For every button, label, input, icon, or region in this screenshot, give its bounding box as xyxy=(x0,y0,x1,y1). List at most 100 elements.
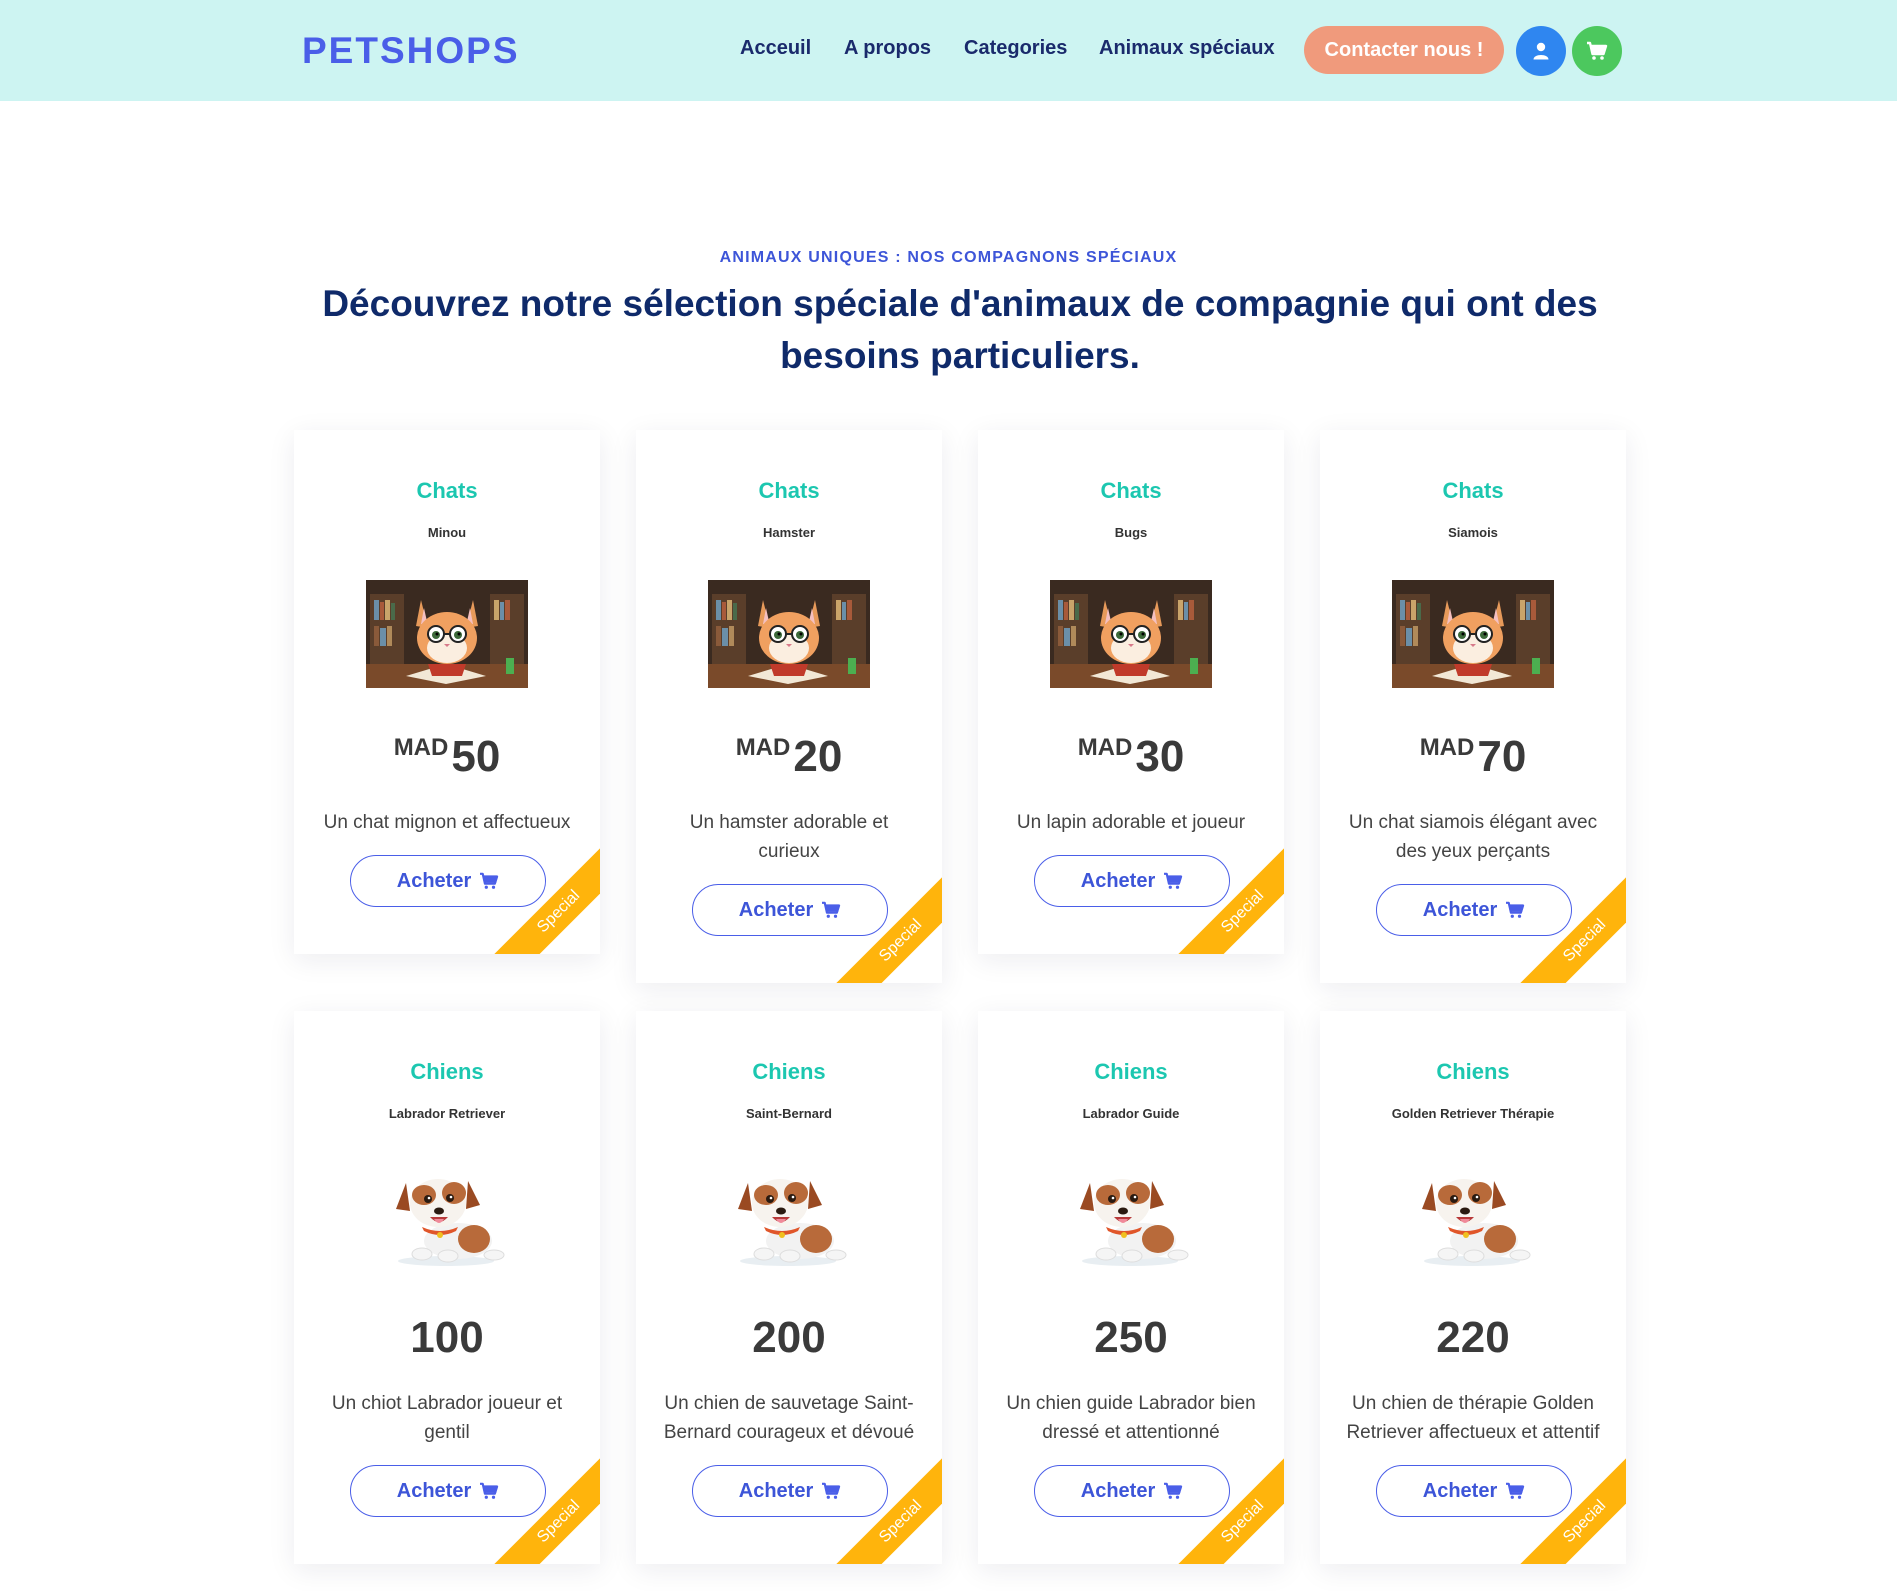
card-image xyxy=(1392,580,1554,688)
price-currency: MAD xyxy=(735,734,791,761)
price-currency: MAD xyxy=(1419,734,1475,761)
buy-button[interactable]: Acheter xyxy=(1376,1465,1572,1517)
buy-button[interactable]: Acheter xyxy=(692,1465,888,1517)
product-card: Chiens Labrador Guide 250 Un chien guide… xyxy=(978,1011,1284,1564)
card-category: Chiens xyxy=(1094,1059,1168,1084)
card-pet-name: Labrador Guide xyxy=(1082,1106,1180,1121)
buy-label: Acheter xyxy=(738,898,814,921)
card-category: Chats xyxy=(1100,478,1162,503)
buy-button[interactable]: Acheter xyxy=(1034,855,1230,907)
card-description: Un chat mignon et affectueux xyxy=(323,812,571,833)
product-card: Chats Hamster MAD20 Un hamster adorable … xyxy=(636,430,942,983)
buy-label: Acheter xyxy=(1080,869,1156,892)
price-amount: 50 xyxy=(451,732,501,781)
card-image xyxy=(708,580,870,688)
buy-label: Acheter xyxy=(1422,1479,1498,1502)
card-price: MAD30 xyxy=(978,732,1284,782)
card-description: Un chiot Labrador joueur et gentil xyxy=(331,1393,563,1443)
product-card: Chiens Golden Retriever Thérapie 220 Un … xyxy=(1320,1011,1626,1564)
cart-icon xyxy=(1506,1482,1525,1499)
nav-link-categories[interactable]: Categories xyxy=(964,37,1067,60)
buy-button[interactable]: Acheter xyxy=(692,884,888,936)
nav-link-a-propos[interactable]: A propos xyxy=(844,37,931,60)
card-price: 100 xyxy=(294,1313,600,1363)
price-amount: 220 xyxy=(1436,1313,1510,1362)
card-description: Un chat siamois élégant avec des yeux pe… xyxy=(1348,812,1598,862)
cat-image xyxy=(1050,580,1212,688)
card-description: Un hamster adorable et curieux xyxy=(689,812,889,862)
section-subtitle: ANIMAUX UNIQUES : NOS COMPAGNONS SPÉCIAU… xyxy=(719,249,1178,266)
card-pet-name: Golden Retriever Thérapie xyxy=(1391,1106,1555,1121)
card-category: Chats xyxy=(416,478,478,503)
card-description: Un lapin adorable et joueur xyxy=(1016,812,1246,833)
buy-button[interactable]: Acheter xyxy=(350,1465,546,1517)
price-amount: 20 xyxy=(793,732,843,781)
card-pet-name: Saint-Bernard xyxy=(746,1106,832,1121)
cart-icon xyxy=(1506,901,1525,918)
brand-logo[interactable]: PETSHOPS xyxy=(302,30,520,72)
product-card: Chats Bugs MAD30 Un lapin adorable et jo… xyxy=(978,430,1284,954)
product-card: Chats Siamois MAD70 Un chat siamois élég… xyxy=(1320,430,1626,983)
contact-button[interactable]: Contacter nous ! xyxy=(1304,26,1504,74)
card-pet-name: Minou xyxy=(427,525,467,540)
buy-button[interactable]: Acheter xyxy=(1376,884,1572,936)
card-description: Un chien de sauvetage Saint-Bernard cour… xyxy=(663,1393,915,1443)
cart-icon xyxy=(822,901,841,918)
price-currency: MAD xyxy=(393,734,449,761)
user-icon xyxy=(1533,42,1549,60)
buy-label: Acheter xyxy=(738,1479,814,1502)
dog-image xyxy=(366,1161,528,1269)
buy-label: Acheter xyxy=(1422,898,1498,921)
top-navbar: PETSHOPS Acceuil A propos Categories Ani… xyxy=(0,0,1897,101)
nav-link-animaux-speciaux[interactable]: Animaux spéciaux xyxy=(1099,37,1275,60)
buy-label: Acheter xyxy=(396,869,472,892)
buy-label: Acheter xyxy=(396,1479,472,1502)
dog-image xyxy=(1050,1161,1212,1269)
section-title: Découvrez notre sélection spéciale d'ani… xyxy=(322,283,1598,376)
product-card: Chiens Saint-Bernard 200 Un chien de sau… xyxy=(636,1011,942,1564)
product-card: Chiens Labrador Retriever 100 Un chiot L… xyxy=(294,1011,600,1564)
price-currency: MAD xyxy=(1077,734,1133,761)
card-image xyxy=(1392,1161,1554,1269)
buy-button[interactable]: Acheter xyxy=(1034,1465,1230,1517)
cart-icon xyxy=(480,1482,499,1499)
nav-link-accueil[interactable]: Acceuil xyxy=(740,37,811,60)
card-category: Chiens xyxy=(1436,1059,1510,1084)
card-image xyxy=(1050,580,1212,688)
card-pet-name: Labrador Retriever xyxy=(388,1106,506,1121)
price-amount: 30 xyxy=(1135,732,1185,781)
card-pet-name: Bugs xyxy=(1114,525,1148,540)
card-category: Chiens xyxy=(410,1059,484,1084)
card-description: Un chien de thérapie Golden Retriever af… xyxy=(1346,1393,1600,1443)
card-price: MAD20 xyxy=(636,732,942,782)
cart-icon xyxy=(480,872,499,889)
card-pet-name: Hamster xyxy=(762,525,816,540)
cat-image xyxy=(708,580,870,688)
price-amount: 70 xyxy=(1477,732,1527,781)
product-card: Chats Minou MAD50 Un chat mignon et affe… xyxy=(294,430,600,954)
card-image xyxy=(1050,1161,1212,1269)
card-price: 250 xyxy=(978,1313,1284,1363)
cat-image xyxy=(1392,580,1554,688)
cart-button[interactable] xyxy=(1572,26,1622,76)
user-button[interactable] xyxy=(1516,26,1566,76)
card-category: Chiens xyxy=(752,1059,826,1084)
cart-icon xyxy=(1164,872,1183,889)
dog-image xyxy=(708,1161,870,1269)
buy-button[interactable]: Acheter xyxy=(350,855,546,907)
card-price: 220 xyxy=(1320,1313,1626,1363)
card-description: Un chien guide Labrador bien dressé et a… xyxy=(1006,1393,1256,1443)
cart-icon xyxy=(822,1482,841,1499)
cat-image xyxy=(366,580,528,688)
card-category: Chats xyxy=(1442,478,1504,503)
card-category: Chats xyxy=(758,478,820,503)
cart-icon xyxy=(1587,41,1608,60)
card-pet-name: Siamois xyxy=(1448,525,1498,540)
card-price: 200 xyxy=(636,1313,942,1363)
cart-icon xyxy=(1164,1482,1183,1499)
price-amount: 200 xyxy=(752,1313,826,1362)
card-image xyxy=(708,1161,870,1269)
price-amount: 100 xyxy=(410,1313,484,1362)
price-amount: 250 xyxy=(1094,1313,1168,1362)
card-price: MAD70 xyxy=(1320,732,1626,782)
